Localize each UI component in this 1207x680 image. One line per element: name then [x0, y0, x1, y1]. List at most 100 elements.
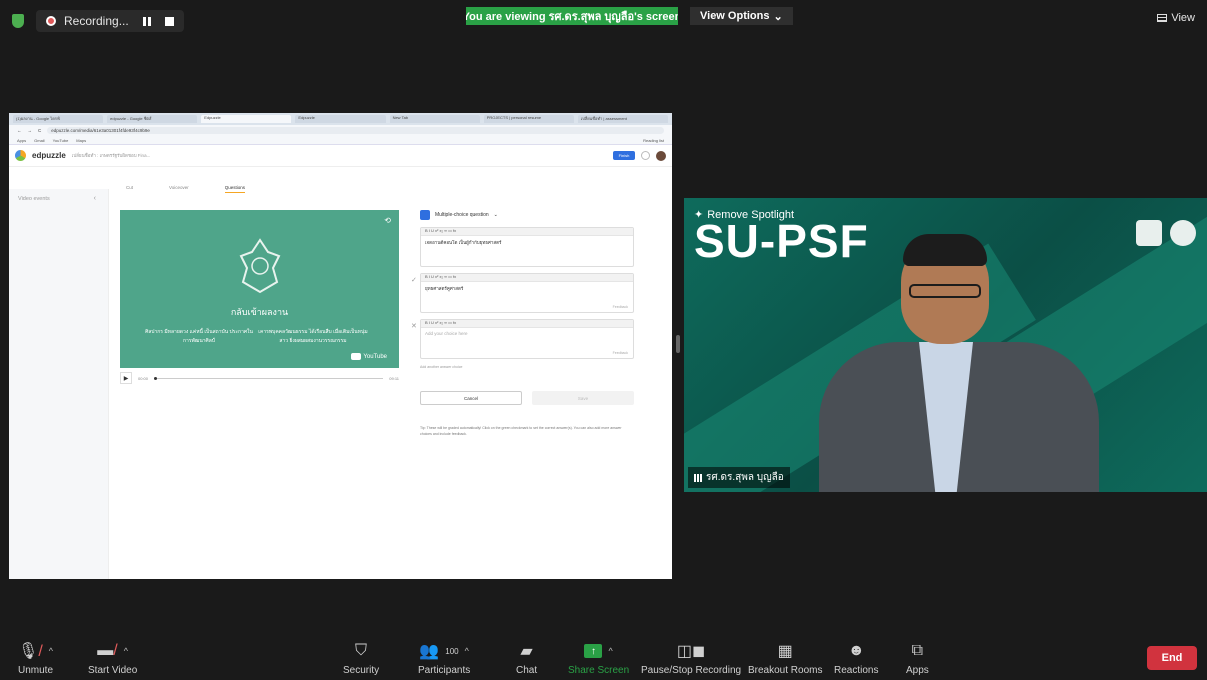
- answer-choice-2[interactable]: ✕ B I U x² x₂ ∞ ▭ fx Add your choice her…: [411, 319, 634, 359]
- participants-button[interactable]: 👥 100 ^ Participants: [418, 639, 470, 676]
- youtube-logo[interactable]: YouTube: [351, 353, 387, 360]
- browser-tab-strip: (1)ผลงาน - Google ไดรฟ์ edpuzzle - Googl…: [9, 113, 672, 125]
- browser-tab[interactable]: PROJECTS | personal resume: [483, 115, 574, 123]
- edpuzzle-header: edpuzzle เปลี่ยนชื่อทำ : เกษตรรัฐรับผิดช…: [9, 145, 672, 167]
- answer-input[interactable]: Add your choice here Feedback: [421, 328, 633, 358]
- progress-track[interactable]: [154, 376, 384, 380]
- question-type-selector[interactable]: Multiple-choice question ⌄: [420, 209, 634, 221]
- add-answer-link[interactable]: Add another answer choice: [420, 365, 634, 369]
- video-controls: ▶ 00:00 09:11: [120, 371, 399, 385]
- chat-label: Chat: [516, 665, 538, 676]
- reactions-label: Reactions: [834, 665, 879, 676]
- reading-list[interactable]: Reading list: [643, 138, 664, 143]
- shield-icon[interactable]: [12, 14, 24, 28]
- tab-voiceover[interactable]: Voiceover: [169, 185, 189, 193]
- start-video-button[interactable]: ▬/ ^ Start Video: [88, 639, 137, 676]
- chevron-up-icon[interactable]: ^: [49, 646, 53, 656]
- chat-button[interactable]: ▰ Chat: [516, 639, 537, 676]
- url-field[interactable]: edpuzzle.com/media/61e3a01301f4fde93f4c9…: [47, 127, 664, 134]
- youtube-icon: [351, 353, 362, 360]
- bookmark-item[interactable]: Maps: [76, 138, 86, 143]
- avatar[interactable]: [656, 150, 666, 161]
- university-emblem-icon: [239, 238, 281, 294]
- edpuzzle-logo-icon: [15, 150, 26, 161]
- bookmark-item[interactable]: YouTube: [53, 138, 69, 143]
- breakout-rooms-button[interactable]: ▦ Breakout Rooms: [748, 639, 822, 676]
- format-toolbar[interactable]: B I U x² x₂ ∞ ▭ fx: [421, 274, 633, 282]
- chevron-up-icon[interactable]: ^: [608, 646, 612, 656]
- browser-tab-active[interactable]: Edpuzzle: [201, 115, 292, 123]
- stop-recording-icon[interactable]: [164, 16, 174, 26]
- pause-stop-recording-label: Pause/Stop Recording: [641, 665, 742, 676]
- close-icon[interactable]: ✕: [411, 322, 417, 330]
- tab-cut[interactable]: Cut: [126, 185, 133, 193]
- chevron-up-icon[interactable]: ^: [465, 646, 469, 656]
- chevron-down-icon: ⌄: [493, 212, 498, 218]
- format-toolbar[interactable]: B I U x² x₂ ∞ ▭ fx: [421, 228, 633, 236]
- pause-recording-icon[interactable]: [142, 16, 151, 26]
- cancel-button[interactable]: Cancel: [420, 391, 522, 405]
- unmute-button[interactable]: 🎙/ ^ Unmute: [18, 639, 53, 676]
- feedback-link[interactable]: Feedback: [613, 351, 628, 355]
- browser-tab[interactable]: (1)ผลงาน - Google ไดรฟ์: [13, 115, 104, 123]
- bookmarks-bar: Apps Gmail YouTube Maps Reading list: [9, 136, 672, 145]
- finish-button[interactable]: Finish: [613, 151, 635, 160]
- format-toolbar[interactable]: B I U x² x₂ ∞ ▭ fx: [421, 320, 633, 328]
- view-button[interactable]: View: [1157, 12, 1195, 24]
- apps-button[interactable]: ⧉ Apps: [906, 639, 929, 676]
- collapse-icon[interactable]: ‹: [94, 195, 96, 202]
- chevron-down-icon: ⌄: [773, 10, 783, 23]
- question-text[interactable]: เจดอานดีคอนโด เป็นผู้กำกับยุทธศาสตร์: [421, 236, 633, 266]
- chat-icon: ▰: [520, 643, 533, 660]
- chevron-up-icon[interactable]: ^: [124, 646, 128, 656]
- background-logos: [1136, 220, 1196, 246]
- share-screen-icon: ↑: [584, 644, 603, 658]
- tab-questions[interactable]: Questions: [224, 185, 246, 193]
- unmute-label: Unmute: [18, 665, 54, 676]
- view-options-button[interactable]: View Options ⌄: [690, 7, 793, 25]
- shared-screen[interactable]: (1)ผลงาน - Google ไดรฟ์ edpuzzle - Googl…: [9, 113, 672, 579]
- reactions-button[interactable]: ☻ Reactions: [834, 639, 878, 676]
- microphone-muted-icon: 🎙/: [18, 643, 43, 660]
- help-icon[interactable]: [641, 151, 650, 160]
- project-title[interactable]: เปลี่ยนชื่อทำ : เกษตรรัฐรับผิดชอบ Fina..…: [72, 152, 151, 159]
- view-label: View: [1171, 12, 1195, 24]
- participants-count: 100: [445, 646, 459, 656]
- back-icon[interactable]: ←: [17, 128, 22, 133]
- end-meeting-button[interactable]: End: [1147, 646, 1197, 670]
- video-player[interactable]: ⟲ กลับเข้าผลงาน ศิลปากร มีหลายดวง แค่หนี…: [120, 210, 399, 368]
- check-icon[interactable]: ✓: [411, 276, 417, 284]
- video-caption-left: ศิลปากร มีหลายดวง แค่หนี้ เป็นสถาบัน ประ…: [145, 329, 253, 344]
- browser-tab[interactable]: Edpuzzle: [295, 115, 386, 123]
- browser-tab[interactable]: New Tab: [389, 115, 480, 123]
- total-time: 09:11: [389, 375, 399, 381]
- cc-icon[interactable]: ⟲: [384, 216, 391, 225]
- pause-stop-recording-button[interactable]: ◫◼ Pause/Stop Recording: [641, 639, 741, 676]
- current-time: 00:00: [138, 375, 149, 381]
- reload-icon[interactable]: C: [38, 128, 41, 133]
- breakout-rooms-label: Breakout Rooms: [748, 665, 823, 676]
- answer-text[interactable]: ยุทธศาสตร์คูศาสตร์ Feedback: [421, 282, 633, 312]
- start-video-label: Start Video: [88, 665, 138, 676]
- play-button[interactable]: ▶: [120, 372, 132, 384]
- youtube-label: YouTube: [363, 353, 387, 360]
- question-actions: Cancel Save: [420, 391, 634, 405]
- video-title: กลับเข้าผลงาน: [230, 307, 289, 317]
- reactions-icon: ☻: [847, 642, 865, 659]
- bookmark-item[interactable]: Gmail: [34, 138, 44, 143]
- browser-tab[interactable]: edpuzzle - Google ชีตส์: [107, 115, 198, 123]
- question-editor[interactable]: B I U x² x₂ ∞ ▭ fx เจดอานดีคอนโด เป็นผู้…: [420, 227, 634, 267]
- save-button[interactable]: Save: [532, 391, 634, 405]
- answer-choice-1[interactable]: ✓ B I U x² x₂ ∞ ▭ fx ยุทธศาสตร์คูศาสตร์ …: [411, 273, 634, 313]
- split-resize-handle[interactable]: [676, 335, 680, 353]
- security-button[interactable]: ⛉ Security: [343, 639, 379, 676]
- forward-icon[interactable]: →: [28, 128, 33, 133]
- question-type-label: Multiple-choice question: [435, 212, 489, 218]
- share-screen-button[interactable]: ↑ ^ Share Screen: [568, 639, 629, 676]
- pause-stop-icon: ◫◼: [676, 643, 706, 660]
- bookmark-item[interactable]: Apps: [17, 138, 26, 143]
- participant-video-tile[interactable]: ✦ Remove Spotlight SU-PSF รศ.ดร.สุพล บุญ…: [684, 198, 1207, 492]
- recording-indicator: Recording...: [36, 10, 184, 32]
- feedback-link[interactable]: Feedback: [613, 305, 628, 309]
- browser-tab[interactable]: เปลี่ยนชื่อทำ | assessment: [577, 115, 668, 123]
